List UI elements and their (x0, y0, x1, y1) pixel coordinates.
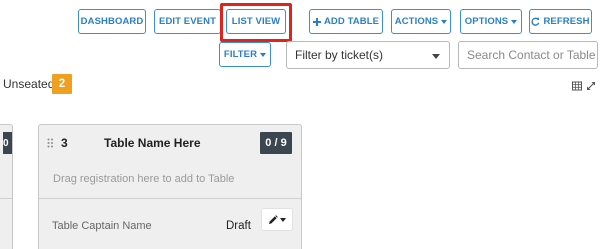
edit-table-button[interactable] (261, 208, 293, 231)
table-captain-name: Table Captain Name (52, 220, 152, 232)
card-divider (39, 198, 301, 199)
search-input[interactable] (458, 41, 598, 69)
table-card[interactable]: 3 Table Name Here 0 / 9 Drag registratio… (38, 124, 302, 249)
chevron-down-icon (432, 54, 440, 59)
list-view-button-label: LIST VIEW (231, 16, 281, 27)
unseated-label: Unseated (3, 77, 55, 91)
dashboard-button[interactable]: DASHBOARD (78, 9, 146, 34)
drag-handle-icon[interactable] (47, 138, 54, 148)
card-divider (0, 198, 12, 199)
add-table-button-label: ADD TABLE (323, 16, 380, 27)
refresh-button[interactable]: REFRESH (529, 9, 592, 34)
chevron-down-icon (441, 20, 448, 24)
refresh-icon (531, 17, 540, 26)
actions-dropdown-label: ACTIONS (394, 16, 439, 27)
dashboard-button-label: DASHBOARD (80, 16, 144, 27)
options-dropdown[interactable]: OPTIONS (460, 9, 522, 34)
unseated-count-badge[interactable]: 2 (52, 74, 72, 94)
table-card-partial: 0 (0, 124, 13, 249)
chevron-down-icon (280, 218, 286, 222)
drop-zone-hint: Drag registration here to add to Table (53, 173, 235, 185)
table-status: Draft (226, 220, 251, 232)
actions-dropdown[interactable]: ACTIONS (391, 9, 451, 34)
pencil-icon (269, 214, 278, 224)
table-number: 3 (61, 136, 68, 150)
ticket-filter-select[interactable]: Filter by ticket(s) (286, 41, 450, 69)
refresh-button-label: REFRESH (543, 16, 590, 27)
options-dropdown-label: OPTIONS (464, 16, 509, 27)
edit-event-button-label: EDIT EVENT (159, 16, 216, 27)
filter-dropdown-label: FILTER (223, 49, 258, 60)
filter-dropdown[interactable]: FILTER (219, 42, 271, 67)
add-table-button[interactable]: ADD TABLE (309, 9, 383, 34)
list-view-button[interactable]: LIST VIEW (226, 9, 286, 34)
table-name: Table Name Here (104, 136, 201, 150)
edit-event-button[interactable]: EDIT EVENT (154, 9, 221, 34)
table-count-badge: 0 (3, 132, 12, 154)
table-count-badge: 0 / 9 (260, 132, 292, 154)
plus-icon (312, 17, 321, 26)
grid-icon[interactable] (572, 81, 582, 91)
expand-icon[interactable] (586, 81, 596, 91)
ticket-filter-value: Filter by ticket(s) (295, 48, 384, 62)
chevron-down-icon (511, 20, 518, 24)
chevron-down-icon (260, 53, 267, 57)
